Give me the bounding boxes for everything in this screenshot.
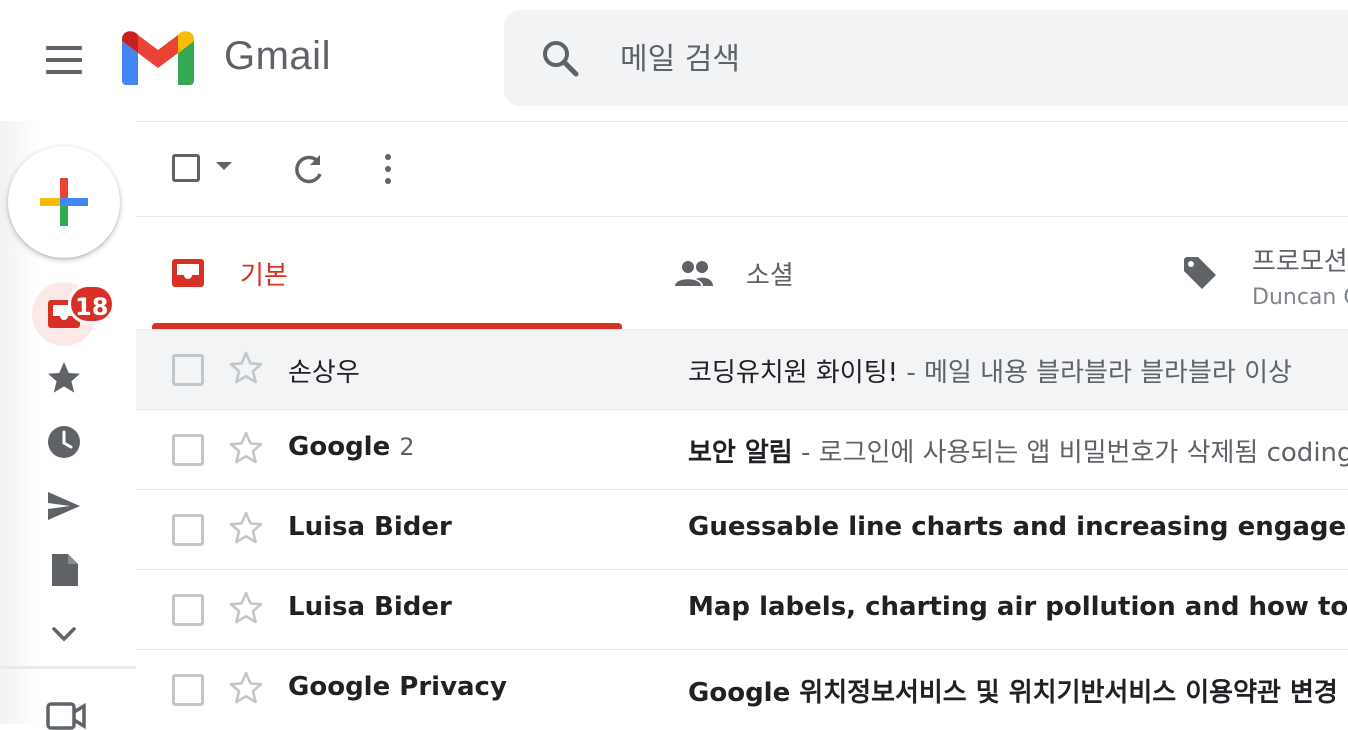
gmail-logo-icon[interactable] <box>122 31 194 85</box>
email-content: Guessable line charts and increasing eng… <box>688 512 1348 542</box>
tab-promotions[interactable]: 프로모션 Duncan C <box>1182 217 1348 329</box>
send-icon <box>48 492 80 520</box>
row-checkbox[interactable] <box>172 514 204 546</box>
clock-icon <box>48 426 80 458</box>
top-header: Gmail <box>0 0 1348 122</box>
more-options-icon[interactable] <box>384 152 392 186</box>
file-icon <box>52 554 78 586</box>
nav-snoozed[interactable] <box>32 410 96 474</box>
category-tabs: 기본 소셜 프로모션 Duncan C <box>136 217 1348 330</box>
nav-starred[interactable] <box>32 346 96 410</box>
search-icon[interactable] <box>540 38 580 78</box>
tab-label: 기본 <box>240 261 288 291</box>
email-content: 코딩유치원 화이팅! - 메일 내용 블라블라 블라블라 이상 <box>688 358 1292 388</box>
refresh-icon[interactable] <box>290 152 326 188</box>
row-checkbox[interactable] <box>172 594 204 626</box>
plus-icon <box>40 178 88 226</box>
row-checkbox[interactable] <box>172 354 204 386</box>
email-row[interactable]: Luisa Bider Map labels, charting air pol… <box>136 570 1348 650</box>
email-row[interactable]: Google 2 보안 알림 - 로그인에 사용되는 앱 비밀번호가 삭제됨 c… <box>136 410 1348 490</box>
email-sender: Luisa Bider <box>288 512 452 542</box>
tab-subtitle: Duncan C <box>1252 285 1348 310</box>
email-sender: Luisa Bider <box>288 592 452 622</box>
star-outline-icon[interactable] <box>228 430 264 466</box>
select-all-checkbox[interactable] <box>172 154 200 182</box>
email-sender: 손상우 <box>288 358 360 388</box>
email-content: Map labels, charting air pollution and h… <box>688 592 1348 622</box>
row-checkbox[interactable] <box>172 674 204 706</box>
tab-primary[interactable]: 기본 <box>152 217 622 329</box>
tab-label: 소셜 <box>746 261 794 291</box>
rail-divider <box>0 666 136 669</box>
nav-drafts[interactable] <box>32 538 96 602</box>
tab-label: 프로모션 <box>1252 247 1348 277</box>
email-sender: Google Privacy <box>288 672 507 702</box>
nav-sent[interactable] <box>32 474 96 538</box>
star-outline-icon[interactable] <box>228 510 264 546</box>
chevron-down-icon <box>52 627 76 642</box>
email-content: 보안 알림 - 로그인에 사용되는 앱 비밀번호가 삭제됨 coding <box>688 438 1348 468</box>
email-content: Google 위치정보서비스 및 위치기반서비스 이용약관 변경 안 <box>688 678 1348 708</box>
people-icon <box>675 261 713 286</box>
active-tab-indicator <box>152 323 622 329</box>
tag-icon <box>1184 257 1216 289</box>
email-row[interactable]: 손상우 코딩유치원 화이팅! - 메일 내용 블라블라 블라블라 이상 <box>136 330 1348 410</box>
video-icon[interactable] <box>46 700 86 730</box>
inbox-unread-badge: 18 <box>68 284 116 324</box>
row-checkbox[interactable] <box>172 434 204 466</box>
compose-button[interactable] <box>8 146 120 258</box>
email-row[interactable]: Google Privacy Google 위치정보서비스 및 위치기반서비스 … <box>136 650 1348 730</box>
email-sender: Google 2 <box>288 432 415 462</box>
nav-more[interactable] <box>32 602 96 666</box>
select-dropdown-icon[interactable] <box>216 162 232 170</box>
email-row[interactable]: Luisa Bider Guessable line charts and in… <box>136 490 1348 570</box>
search-input[interactable] <box>618 34 1322 84</box>
main-menu-button[interactable] <box>40 36 88 84</box>
star-outline-icon[interactable] <box>228 590 264 626</box>
star-outline-icon[interactable] <box>228 670 264 706</box>
tab-social[interactable]: 소셜 <box>672 217 1142 329</box>
star-outline-icon[interactable] <box>228 350 264 386</box>
app-name: Gmail <box>224 34 331 78</box>
inbox-icon <box>172 259 204 287</box>
star-icon <box>48 362 80 393</box>
thread-count: 2 <box>399 433 415 461</box>
mail-toolbar <box>136 122 1348 217</box>
